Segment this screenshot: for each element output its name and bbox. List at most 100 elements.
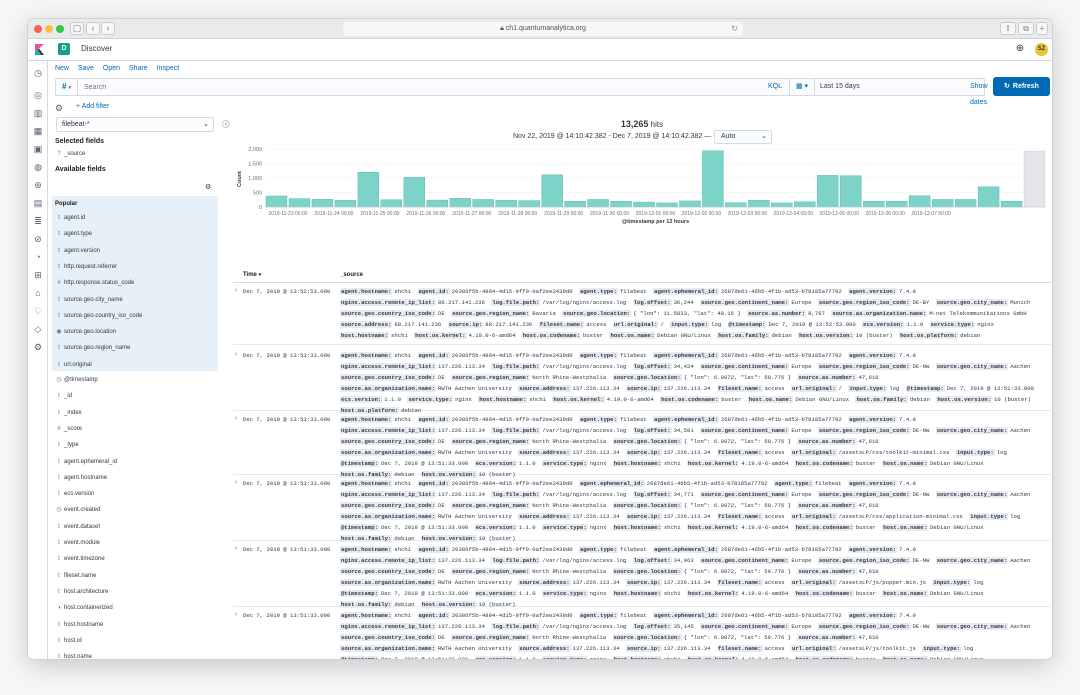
back-icon[interactable]: ‹	[86, 22, 100, 35]
source-field: source.geo.location:{ "lon": 11.5833, "l…	[562, 310, 741, 317]
space-avatar[interactable]: D	[58, 43, 70, 55]
close-window-button[interactable]	[34, 25, 42, 33]
field-item[interactable]: t agent.id	[52, 210, 218, 226]
refresh-button[interactable]: ↻ Refresh	[993, 77, 1050, 96]
field-item[interactable]: # http.response.status_code	[52, 275, 218, 291]
field-item[interactable]: ◉ source.geo.location	[52, 324, 218, 340]
filter-settings-icon[interactable]: ⚙	[55, 103, 65, 113]
kibana-logo-icon[interactable]	[35, 44, 44, 55]
apm-icon[interactable]: ⊘	[32, 233, 44, 245]
field-key: fileset.name:	[716, 513, 763, 520]
menu-inspect[interactable]: Inspect	[157, 65, 180, 72]
field-item[interactable]: t source.geo.region_name	[52, 340, 218, 356]
source-field: source.as.number: 47,610	[797, 374, 879, 381]
menu-share[interactable]: Share	[129, 65, 148, 72]
field-item[interactable]: ◷ @timestamp	[52, 372, 218, 388]
field-item[interactable]: t host.hostname	[52, 617, 218, 633]
user-avatar[interactable]: SZ	[1035, 43, 1048, 56]
document-row[interactable]: › Dec 7, 2019 @ 13:51:33.000 agent.hostnam…	[233, 607, 1051, 659]
field-item[interactable]: t agent.version	[52, 243, 218, 259]
document-row[interactable]: › Dec 7, 2019 @ 13:51:33.000 agent.hostnam…	[233, 541, 1051, 608]
new-tab-icon[interactable]: +	[1036, 22, 1048, 35]
expand-row-icon[interactable]: ›	[235, 479, 237, 486]
source-field: host.os.name: Debian GNU/Linux	[609, 332, 711, 339]
monitoring-icon[interactable]: ♡	[32, 305, 44, 317]
field-item[interactable]: t host.name	[52, 649, 218, 659]
collapse-sidebar-icon[interactable]: ‹	[222, 120, 230, 128]
histogram-chart[interactable]: 2,000 1,500 1,000 500 0 Count 2019-11-23 00:00…	[235, 147, 1049, 247]
field-item[interactable]: t http.request.referrer	[52, 259, 218, 275]
address-bar[interactable]: 🔒︎ ch1.quantumanalytica.org ↻	[343, 22, 743, 36]
discover-icon[interactable]: ◎	[32, 89, 44, 101]
tabs-icon[interactable]: ⧉	[1018, 22, 1034, 35]
field-item[interactable]: t host.id	[52, 633, 218, 649]
reload-icon[interactable]: ↻	[731, 22, 738, 36]
infrastructure-icon[interactable]: ▤	[32, 197, 44, 209]
index-pattern-select[interactable]: filebeat-* ⌄	[56, 117, 214, 132]
menu-open[interactable]: Open	[103, 65, 120, 72]
document-row[interactable]: › Dec 7, 2019 @ 13:52:53.000 agent.hostnam…	[233, 283, 1051, 345]
sort-down-icon[interactable]: ▾	[259, 272, 262, 278]
field-filter-gear-icon[interactable]: ⚙	[205, 183, 211, 191]
field-item[interactable]: t event.timezone	[52, 551, 218, 567]
expand-row-icon[interactable]: ›	[235, 287, 237, 294]
field-item[interactable]: # _score	[52, 421, 218, 437]
expand-row-icon[interactable]: ›	[235, 611, 237, 618]
document-row[interactable]: › Dec 7, 2019 @ 13:51:33.000 agent.hostnam…	[233, 475, 1051, 542]
recent-icon[interactable]: ◷	[32, 67, 44, 79]
field-item[interactable]: t source.geo.country_iso_code	[52, 308, 218, 324]
field-item[interactable]: t source.geo.city_name	[52, 292, 218, 308]
kql-toggle[interactable]: KQL	[768, 79, 782, 95]
source-field: source.geo.region_name: North Rhine-Westp…	[451, 634, 606, 641]
field-item[interactable]: t _type	[52, 437, 218, 453]
help-icon[interactable]: ⊕	[1014, 43, 1026, 55]
visualize-icon[interactable]: ▥	[32, 107, 44, 119]
document-row[interactable]: › Dec 7, 2019 @ 13:51:33.000 agent.hostnam…	[233, 347, 1051, 414]
time-column-header[interactable]: Time ▾	[243, 269, 261, 281]
add-filter-button[interactable]: + Add filter	[76, 103, 109, 110]
document-row[interactable]: › Dec 7, 2019 @ 13:51:33.000 agent.hostnam…	[233, 411, 1051, 478]
logs-icon[interactable]: ≣	[32, 215, 44, 227]
canvas-icon[interactable]: ▣	[32, 143, 44, 155]
menu-new[interactable]: New	[55, 65, 69, 72]
expand-row-icon[interactable]: ›	[235, 545, 237, 552]
sidebar-toggle-icon[interactable]: ▢	[70, 22, 84, 35]
field-item[interactable]: t host.architecture	[52, 584, 218, 600]
search-input[interactable]	[84, 82, 684, 92]
interval-select[interactable]: Auto ⌄	[714, 130, 772, 144]
forward-icon[interactable]: ›	[101, 22, 115, 35]
graph-icon[interactable]: ◇	[32, 323, 44, 335]
field-value: 88.217.141.236	[394, 321, 442, 328]
maps-icon[interactable]: ◍	[32, 161, 44, 173]
field-item[interactable]: t _id	[52, 388, 218, 404]
field-item[interactable]: ◷ event.created	[52, 502, 218, 518]
field-item[interactable]: ◑ host.containerized	[52, 600, 218, 616]
field-item[interactable]: t agent.hostname	[52, 470, 218, 486]
ml-icon[interactable]: ⊛	[32, 179, 44, 191]
field-item[interactable]: t ecs.version	[52, 486, 218, 502]
dashboard-icon[interactable]: ▦	[32, 125, 44, 137]
field-type-icon: t	[58, 247, 60, 254]
share-icon[interactable]: ⇧	[1000, 22, 1016, 35]
time-range[interactable]: Last 15 days	[820, 79, 860, 95]
field-item[interactable]: t fileset.name	[52, 568, 218, 584]
maximize-window-button[interactable]	[56, 25, 64, 33]
dev-tools-icon[interactable]: ⌂	[32, 287, 44, 299]
expand-row-icon[interactable]: ›	[235, 415, 237, 422]
expand-row-icon[interactable]: ›	[235, 351, 237, 358]
uptime-icon[interactable]: ◔	[32, 251, 44, 263]
field-item[interactable]: t agent.ephemeral_id	[52, 454, 218, 470]
field-item[interactable]: ? _source	[52, 146, 218, 162]
field-item[interactable]: t _index	[52, 405, 218, 421]
calendar-icon[interactable]: ▦ ▾	[789, 79, 815, 95]
field-item[interactable]: t agent.type	[52, 226, 218, 242]
field-item[interactable]: t url.original	[52, 357, 218, 373]
management-icon[interactable]: ⚙	[32, 341, 44, 353]
field-item[interactable]: t event.module	[52, 535, 218, 551]
siem-icon[interactable]: ⊞	[32, 269, 44, 281]
menu-save[interactable]: Save	[78, 65, 94, 72]
minimize-window-button[interactable]	[45, 25, 53, 33]
show-dates-link[interactable]: Show dates	[970, 79, 988, 106]
saved-queries-button[interactable]: # ▾	[56, 79, 78, 95]
field-item[interactable]: t event.dataset	[52, 519, 218, 535]
